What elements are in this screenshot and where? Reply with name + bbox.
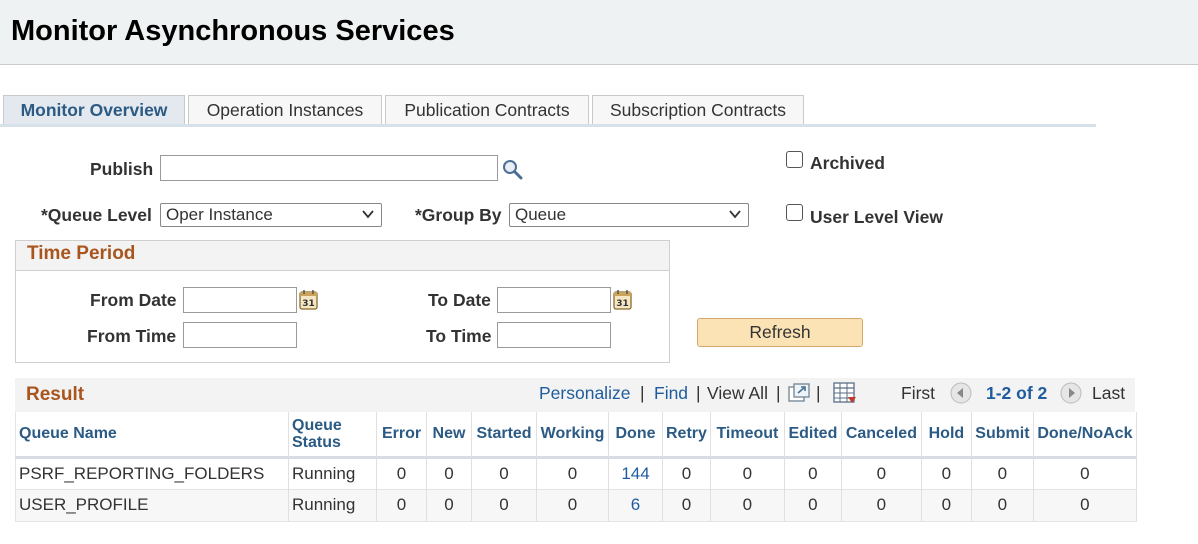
first-label: First [901, 383, 936, 403]
separator: | [776, 383, 781, 403]
result-grid-header: Result Personalize | Find | View All | |… [15, 378, 1135, 412]
search-icon[interactable] [501, 158, 525, 182]
done-noack-count-cell: 0 [1033, 489, 1137, 522]
done-count-link[interactable]: 144 [608, 457, 663, 490]
column-header-edited[interactable]: Edited [784, 412, 842, 459]
column-header-submit[interactable]: Submit [971, 412, 1034, 459]
queue-level-select[interactable]: Oper Instance [160, 203, 382, 227]
table-row: USER_PROFILE Running 0 0 0 0 6 0 0 0 0 0… [15, 489, 1137, 522]
edited-count-cell: 0 [784, 457, 842, 490]
column-header-done-noack[interactable]: Done/NoAck [1033, 412, 1137, 459]
from-time-input[interactable] [183, 322, 297, 348]
canceled-count-cell: 0 [841, 457, 922, 490]
tab-underline [0, 124, 1096, 127]
tab-subscription-contracts[interactable]: Subscription Contracts [592, 95, 804, 125]
chevron-down-icon [362, 210, 374, 219]
to-time-input[interactable] [497, 322, 611, 348]
new-window-icon[interactable] [788, 383, 810, 403]
calendar-icon[interactable]: 31 [299, 289, 319, 310]
started-count-cell: 0 [471, 489, 537, 522]
queue-level-value: Oper Instance [166, 205, 273, 224]
column-header-working[interactable]: Working [536, 412, 609, 459]
svg-text:31: 31 [616, 299, 629, 309]
error-count-cell: 0 [376, 489, 427, 522]
queue-name-cell: PSRF_REPORTING_FOLDERS [15, 457, 289, 490]
column-header-queue-status[interactable]: Queue Status [288, 412, 377, 459]
submit-count-cell: 0 [971, 489, 1034, 522]
archived-checkbox[interactable] [786, 151, 803, 168]
user-level-view-label: User Level View [810, 207, 943, 227]
group-by-select[interactable]: Queue [509, 203, 749, 227]
new-count-cell: 0 [426, 489, 472, 522]
page-header: Monitor Asynchronous Services [0, 0, 1198, 65]
group-by-label: *Group By [415, 205, 502, 225]
column-header-queue-name[interactable]: Queue Name [15, 412, 289, 459]
view-all-link[interactable]: View All [707, 383, 768, 404]
last-label: Last [1092, 383, 1126, 403]
chevron-down-icon [729, 210, 741, 219]
done-noack-count-cell: 0 [1033, 457, 1137, 490]
refresh-button[interactable]: Refresh [697, 318, 863, 347]
working-count-cell: 0 [536, 489, 609, 522]
working-count-cell: 0 [536, 457, 609, 490]
hold-count-cell: 0 [921, 489, 972, 522]
svg-text:31: 31 [302, 299, 315, 309]
table-row: PSRF_REPORTING_FOLDERS Running 0 0 0 0 1… [15, 457, 1137, 490]
result-title: Result [26, 384, 85, 405]
queue-name-cell: USER_PROFILE [15, 489, 289, 522]
error-count-cell: 0 [376, 457, 427, 490]
done-count-link[interactable]: 6 [608, 489, 663, 522]
tab-operation-instances[interactable]: Operation Instances [188, 95, 382, 125]
canceled-count-cell: 0 [841, 489, 922, 522]
to-time-label: To Time [426, 326, 492, 346]
started-count-cell: 0 [471, 457, 537, 490]
publish-label: Publish [90, 159, 154, 179]
column-header-canceled[interactable]: Canceled [841, 412, 922, 459]
archived-label: Archived [810, 153, 885, 173]
timeout-count-cell: 0 [710, 489, 785, 522]
to-date-label: To Date [428, 290, 491, 310]
column-header-retry[interactable]: Retry [662, 412, 711, 459]
user-level-view-checkbox[interactable] [786, 204, 803, 221]
column-header-new[interactable]: New [426, 412, 472, 459]
result-grid: Queue Name Queue Status Error New Starte… [15, 412, 1137, 522]
tab-monitor-overview[interactable]: Monitor Overview [3, 95, 185, 125]
queue-status-cell: Running [288, 489, 377, 522]
from-time-label: From Time [87, 326, 177, 346]
hold-count-cell: 0 [921, 457, 972, 490]
next-arrow-icon[interactable] [1060, 382, 1082, 404]
download-grid-icon[interactable] [833, 382, 857, 404]
queue-level-label: *Queue Level [41, 205, 152, 225]
retry-count-cell: 0 [662, 457, 711, 490]
separator: | [696, 383, 701, 403]
column-header-error[interactable]: Error [376, 412, 427, 459]
calendar-icon[interactable]: 31 [613, 289, 633, 310]
from-date-input[interactable] [183, 287, 297, 313]
column-header-timeout[interactable]: Timeout [710, 412, 785, 459]
group-by-value: Queue [515, 205, 567, 224]
row-range: 1-2 of 2 [986, 383, 1048, 403]
column-header-hold[interactable]: Hold [921, 412, 972, 459]
separator: | [816, 383, 821, 403]
from-date-label: From Date [90, 290, 177, 310]
to-date-input[interactable] [497, 287, 611, 313]
time-period-title: Time Period [27, 243, 136, 264]
personalize-link[interactable]: Personalize [539, 383, 630, 404]
page-title: Monitor Asynchronous Services [11, 15, 455, 47]
time-period-header: Time Period [16, 241, 669, 271]
tab-publication-contracts[interactable]: Publication Contracts [385, 95, 589, 125]
column-header-started[interactable]: Started [471, 412, 537, 459]
retry-count-cell: 0 [662, 489, 711, 522]
separator: | [640, 383, 645, 403]
submit-count-cell: 0 [971, 457, 1034, 490]
publish-input[interactable] [160, 155, 498, 181]
find-link[interactable]: Find [654, 383, 688, 404]
column-header-done[interactable]: Done [608, 412, 663, 459]
queue-status-cell: Running [288, 457, 377, 490]
timeout-count-cell: 0 [710, 457, 785, 490]
previous-arrow-icon[interactable] [950, 382, 972, 404]
edited-count-cell: 0 [784, 489, 842, 522]
new-count-cell: 0 [426, 457, 472, 490]
